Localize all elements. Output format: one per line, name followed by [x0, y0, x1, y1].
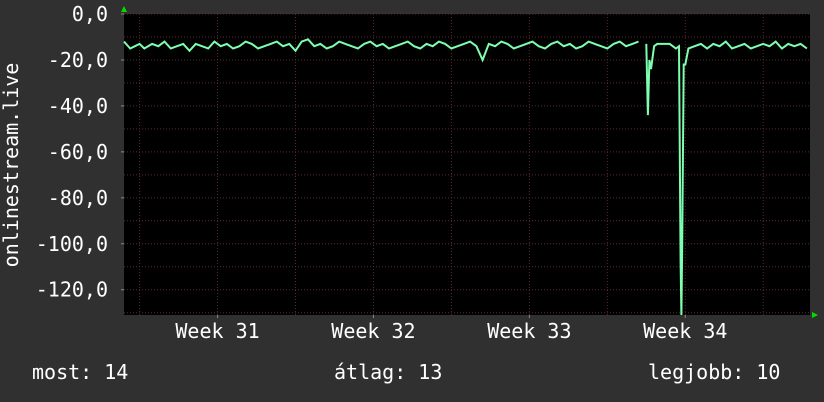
chart-container: 0,0 -20,0 -40,0 -60,0 -80,0 -100,0 -120,0 Week… — [0, 0, 824, 402]
y-tick-label: -100,0 — [36, 232, 108, 256]
y-tick-label: -60,0 — [48, 140, 108, 164]
x-tick-label: Week 31 — [175, 319, 259, 343]
plot-area — [124, 14, 810, 315]
current-value: most: 14 — [32, 360, 129, 384]
y-axis-label: onlinestream.live — [0, 63, 23, 268]
best-value: legjobb: 10 — [648, 360, 781, 384]
y-axis-arrow-icon — [121, 6, 127, 12]
x-axis-arrow-icon — [812, 312, 818, 318]
x-tick-label: Week 33 — [487, 319, 571, 343]
x-tick-label: Week 32 — [331, 319, 415, 343]
line-chart: 0,0 -20,0 -40,0 -60,0 -80,0 -100,0 -120,0 Week… — [0, 2, 818, 343]
y-tick-label: -40,0 — [48, 94, 108, 118]
y-axis-ticks: 0,0 -20,0 -40,0 -60,0 -80,0 -100,0 -120,0 — [36, 2, 124, 302]
y-tick-label: -120,0 — [36, 278, 108, 302]
y-tick-label: -20,0 — [48, 48, 108, 72]
y-tick-label: -80,0 — [48, 186, 108, 210]
x-axis-ticks: Week 31 Week 32 Week 33 Week 34 — [175, 315, 727, 343]
y-tick-label: 0,0 — [72, 2, 108, 26]
average-value: átlag: 13 — [334, 360, 443, 384]
legend-footer: most: 14 átlag: 13 legjobb: 10 — [0, 360, 824, 390]
x-tick-label: Week 34 — [643, 319, 727, 343]
